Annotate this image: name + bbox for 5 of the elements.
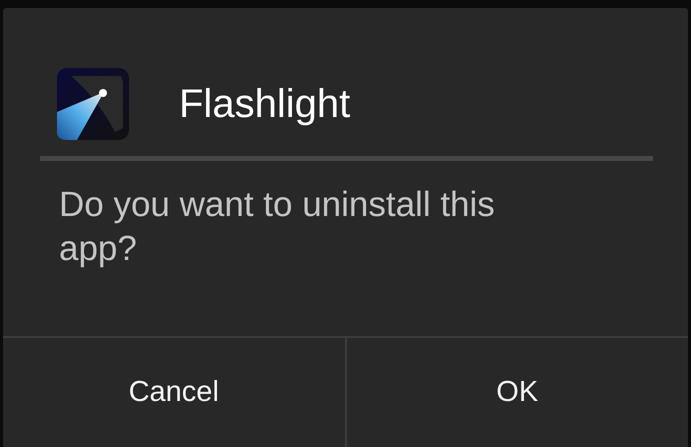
ok-button[interactable]: OK [344, 338, 688, 447]
flashlight-app-icon [57, 68, 129, 140]
cancel-button[interactable]: Cancel [3, 338, 344, 447]
dialog-message: Do you want to uninstall this app? [58, 184, 496, 270]
dialog-title: Flashlight [179, 82, 350, 126]
